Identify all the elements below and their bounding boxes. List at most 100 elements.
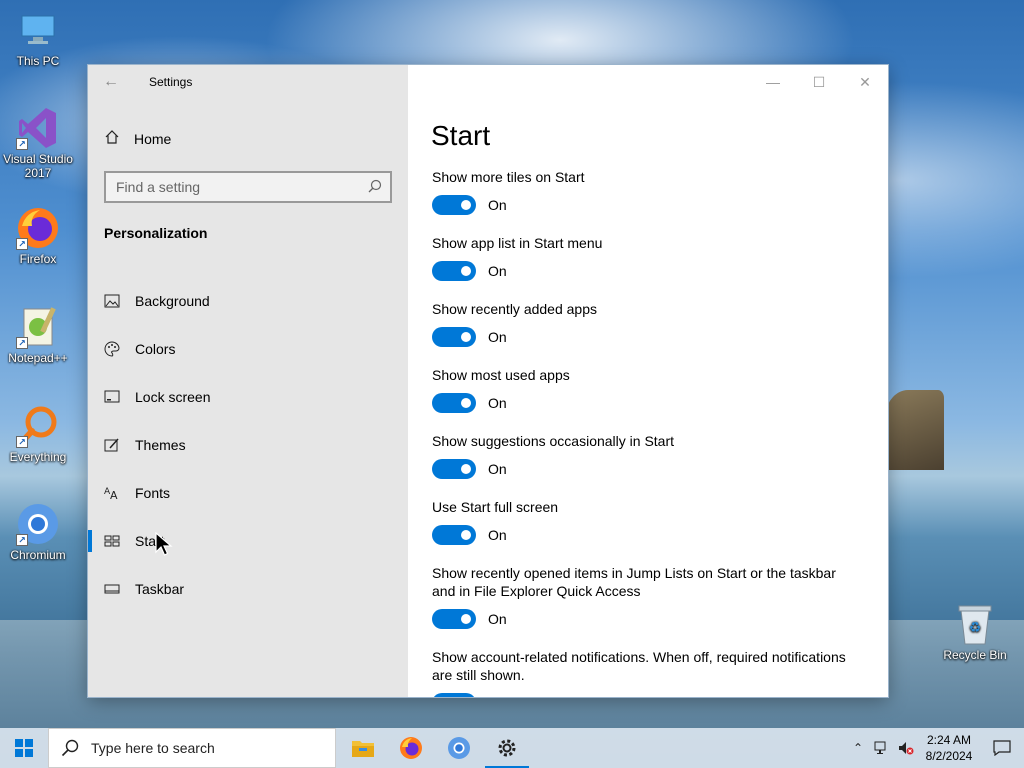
setting-jump-lists: Show recently opened items in Jump Lists… bbox=[432, 564, 862, 629]
setting-label: Use Start full screen bbox=[432, 499, 559, 515]
fonts-icon: AA bbox=[104, 486, 135, 500]
action-center-button[interactable] bbox=[980, 740, 1024, 756]
toggle-switch[interactable] bbox=[432, 327, 476, 347]
desktop-icon-everything[interactable]: ↗ Everything bbox=[0, 404, 76, 464]
desktop-icon-visual-studio[interactable]: ↗ Visual Studio 2017 bbox=[0, 106, 76, 180]
clock-time: 2:24 AM bbox=[926, 733, 972, 747]
desktop-icon-notepad-plus-plus[interactable]: ↗ Notepad++ bbox=[0, 305, 76, 365]
nav-item-themes[interactable]: Themes bbox=[88, 421, 408, 469]
chromium-icon bbox=[448, 737, 470, 759]
windows-logo-icon bbox=[15, 739, 33, 757]
svg-text:♻: ♻ bbox=[969, 620, 982, 636]
svg-text:A: A bbox=[110, 489, 118, 500]
toggle-switch[interactable] bbox=[432, 525, 476, 545]
desktop-icon-label: Notepad++ bbox=[8, 351, 68, 365]
desktop-icon-firefox[interactable]: ↗ Firefox bbox=[0, 206, 76, 266]
file-explorer-icon bbox=[352, 741, 374, 757]
toggle-switch[interactable] bbox=[432, 195, 476, 215]
maximize-button[interactable]: ☐ bbox=[796, 65, 842, 99]
tray-overflow-button[interactable]: ⌃ bbox=[846, 741, 870, 755]
notification-icon bbox=[993, 740, 1011, 756]
setting-label: Show account-related notifications. When… bbox=[432, 649, 846, 683]
window-caption-buttons: — ☐ ✕ bbox=[408, 65, 888, 99]
toggle-switch[interactable] bbox=[432, 609, 476, 629]
firefox-icon: ↗ bbox=[16, 206, 60, 250]
tray-volume-button[interactable] bbox=[894, 741, 918, 755]
picture-icon bbox=[104, 294, 135, 308]
app-title: Settings bbox=[149, 75, 193, 89]
start-button[interactable] bbox=[0, 728, 48, 768]
nav-item-label: Fonts bbox=[135, 485, 171, 501]
setting-label: Show more tiles on Start bbox=[432, 169, 585, 185]
desktop-icon-label: Chromium bbox=[10, 548, 66, 562]
taskbar-app-settings[interactable] bbox=[483, 728, 531, 768]
settings-window: ← Settings Home Find a setting Personali… bbox=[88, 65, 888, 697]
nav-item-lock-screen[interactable]: Lock screen bbox=[88, 373, 408, 421]
toggle-switch[interactable] bbox=[432, 393, 476, 413]
firefox-icon bbox=[400, 737, 422, 759]
setting-more-tiles: Show more tiles on Start On bbox=[432, 168, 862, 215]
nav-item-taskbar[interactable]: Taskbar bbox=[88, 565, 408, 613]
taskbar-clock[interactable]: 2:24 AM 8/2/2024 bbox=[918, 732, 980, 764]
setting-label: Show recently opened items in Jump Lists… bbox=[432, 565, 836, 599]
back-arrow-icon: ← bbox=[103, 73, 119, 90]
nav-title-bar: ← Settings bbox=[88, 65, 408, 99]
taskbar-app-firefox[interactable] bbox=[387, 728, 435, 768]
taskbar-app-file-explorer[interactable] bbox=[339, 728, 387, 768]
recycle-bin-icon: ♻ bbox=[953, 602, 997, 646]
maximize-icon: ☐ bbox=[812, 73, 826, 90]
setting-recently-added: Show recently added apps On bbox=[432, 300, 862, 347]
toggle-state: On bbox=[488, 263, 507, 279]
taskbar-search-box[interactable]: Type here to search bbox=[48, 728, 336, 768]
desktop-icon-chromium[interactable]: ↗ Chromium bbox=[0, 502, 76, 562]
desktop-icon-label: Firefox bbox=[19, 252, 57, 266]
setting-label: Show suggestions occasionally in Start bbox=[432, 433, 675, 449]
toggle-state: On bbox=[488, 329, 507, 345]
setting-app-list: Show app list in Start menu On bbox=[432, 234, 862, 281]
search-input[interactable]: Find a setting bbox=[116, 179, 200, 195]
toggle-switch[interactable] bbox=[432, 261, 476, 281]
toggle-state: On bbox=[488, 395, 507, 411]
toggle-state: On bbox=[488, 695, 507, 697]
back-button[interactable]: ← bbox=[88, 65, 134, 99]
desktop-icon-recycle-bin[interactable]: ♻ Recycle Bin bbox=[937, 602, 1013, 662]
taskbar-app-chromium[interactable] bbox=[435, 728, 483, 768]
toggle-switch[interactable] bbox=[432, 459, 476, 479]
palette-icon bbox=[104, 341, 135, 357]
toggle-state: On bbox=[488, 461, 507, 477]
toggle-state: On bbox=[488, 611, 507, 627]
setting-full-screen: Use Start full screen On bbox=[432, 498, 862, 545]
find-setting-search[interactable]: Find a setting bbox=[104, 171, 392, 203]
lock-screen-icon bbox=[104, 390, 135, 404]
nav-home[interactable]: Home bbox=[88, 119, 408, 159]
setting-suggestions: Show suggestions occasionally in Start O… bbox=[432, 432, 862, 479]
nav-item-start[interactable]: Start bbox=[88, 517, 408, 565]
network-icon bbox=[874, 741, 886, 754]
everything-search-icon: ↗ bbox=[16, 404, 60, 448]
search-icon bbox=[368, 179, 382, 196]
nav-item-label: Themes bbox=[135, 437, 186, 453]
desktop-icon-this-pc[interactable]: This PC bbox=[0, 8, 76, 68]
nav-item-label: Colors bbox=[135, 341, 176, 357]
setting-label: Show app list in Start menu bbox=[432, 235, 603, 251]
search-icon bbox=[61, 739, 79, 757]
start-settings-list: Show more tiles on Start On Show app lis… bbox=[432, 168, 862, 697]
close-button[interactable]: ✕ bbox=[842, 65, 888, 99]
taskbar: Type here to search ⌃ 2:24 AM 8/2/2024 bbox=[0, 728, 1024, 768]
nav-item-background[interactable]: Background bbox=[88, 277, 408, 325]
nav-item-colors[interactable]: Colors bbox=[88, 325, 408, 373]
settings-nav-pane: ← Settings Home Find a setting Personali… bbox=[88, 65, 408, 697]
tray-network-button[interactable] bbox=[870, 741, 894, 755]
nav-item-fonts[interactable]: AA Fonts bbox=[88, 469, 408, 517]
taskbar-search-input[interactable]: Type here to search bbox=[91, 740, 215, 756]
desktop-icon-label: Recycle Bin bbox=[943, 648, 1007, 662]
desktop-icon-label: This PC bbox=[16, 54, 60, 68]
chromium-icon: ↗ bbox=[16, 502, 60, 546]
nav-list: Background Colors Lock screen Themes A A… bbox=[88, 277, 408, 613]
visual-studio-icon: ↗ bbox=[16, 106, 60, 150]
toggle-switch[interactable] bbox=[432, 693, 476, 697]
minimize-button[interactable]: — bbox=[750, 65, 796, 99]
notepad-plus-plus-icon: ↗ bbox=[16, 305, 60, 349]
setting-label: Show recently added apps bbox=[432, 301, 597, 317]
setting-label: Show most used apps bbox=[432, 367, 570, 383]
